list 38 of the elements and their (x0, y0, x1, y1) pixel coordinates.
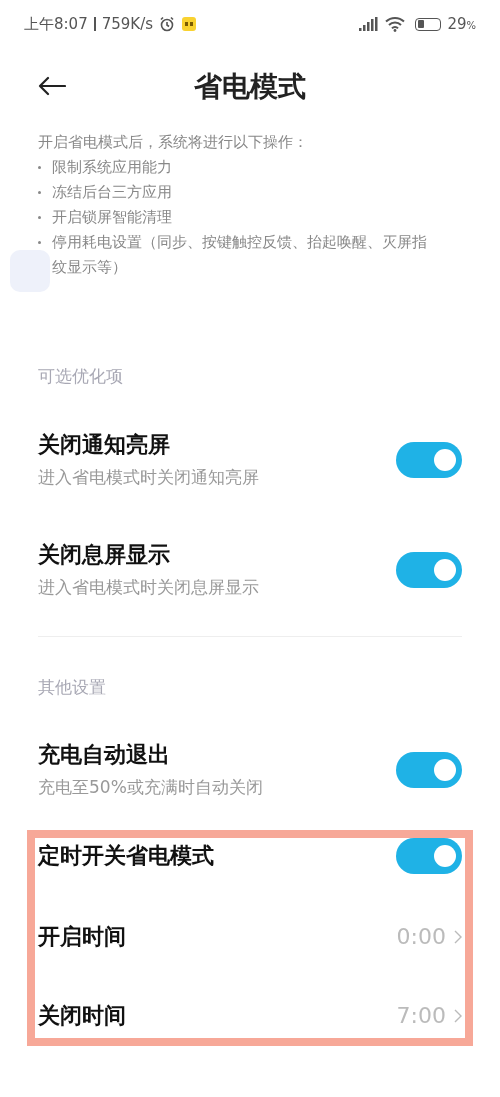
bullet-icon (38, 191, 41, 194)
bullet-text: 停用耗电设置（同步、按键触控反馈、抬起唤醒、灭屏指纹显示等） (52, 232, 428, 278)
setting-title: 定时开关省电模式 (38, 842, 214, 870)
network-speed: 759K/s (101, 13, 154, 35)
chevron-right-icon[interactable] (454, 1008, 462, 1023)
toggle-switch[interactable] (396, 752, 462, 788)
time-value[interactable]: 0:00 (396, 920, 446, 953)
setting-title: 关闭通知亮屏 (38, 430, 171, 459)
toggle-switch[interactable] (396, 441, 462, 478)
bullet-text: 冻结后台三方应用 (52, 182, 173, 203)
battery-percentage: 29% (447, 13, 476, 35)
description-text: 开启省电模式后，系统将进行以下操作： (38, 132, 309, 153)
app-notification-icon (181, 16, 198, 32)
bullet-icon (38, 166, 41, 169)
alarm-clock-icon (159, 16, 176, 32)
section-header: 其他设置 (38, 675, 107, 699)
bullet-text: 限制系统应用能力 (52, 157, 173, 178)
back-arrow-icon[interactable] (38, 76, 66, 96)
section-header: 可选优化项 (38, 365, 124, 388)
setting-title: 充电自动退出 (38, 741, 171, 769)
setting-subtitle: 进入省电模式时关闭通知亮屏 (38, 465, 259, 489)
chevron-right-icon[interactable] (454, 929, 462, 944)
signal-icon (357, 16, 380, 32)
setting-subtitle: 充电至50%或充满时自动关闭 (38, 776, 263, 799)
bullet-icon (38, 241, 41, 244)
setting-title: 关闭时间 (38, 1001, 126, 1030)
page-title: 省电模式 (194, 69, 306, 105)
toggle-switch[interactable] (396, 838, 462, 874)
setting-title: 开启时间 (38, 922, 126, 951)
toggle-switch[interactable] (396, 551, 462, 588)
setting-subtitle: 进入省电模式时关闭息屏显示 (38, 575, 259, 599)
setting-title: 关闭息屏显示 (38, 540, 171, 569)
bullet-text: 开启锁屏智能清理 (52, 207, 173, 228)
time-value[interactable]: 7:00 (396, 999, 446, 1032)
wifi-icon (385, 16, 406, 32)
battery-icon (415, 17, 442, 31)
status-time: 上午8:07 (24, 13, 88, 35)
bullet-icon (38, 216, 41, 219)
